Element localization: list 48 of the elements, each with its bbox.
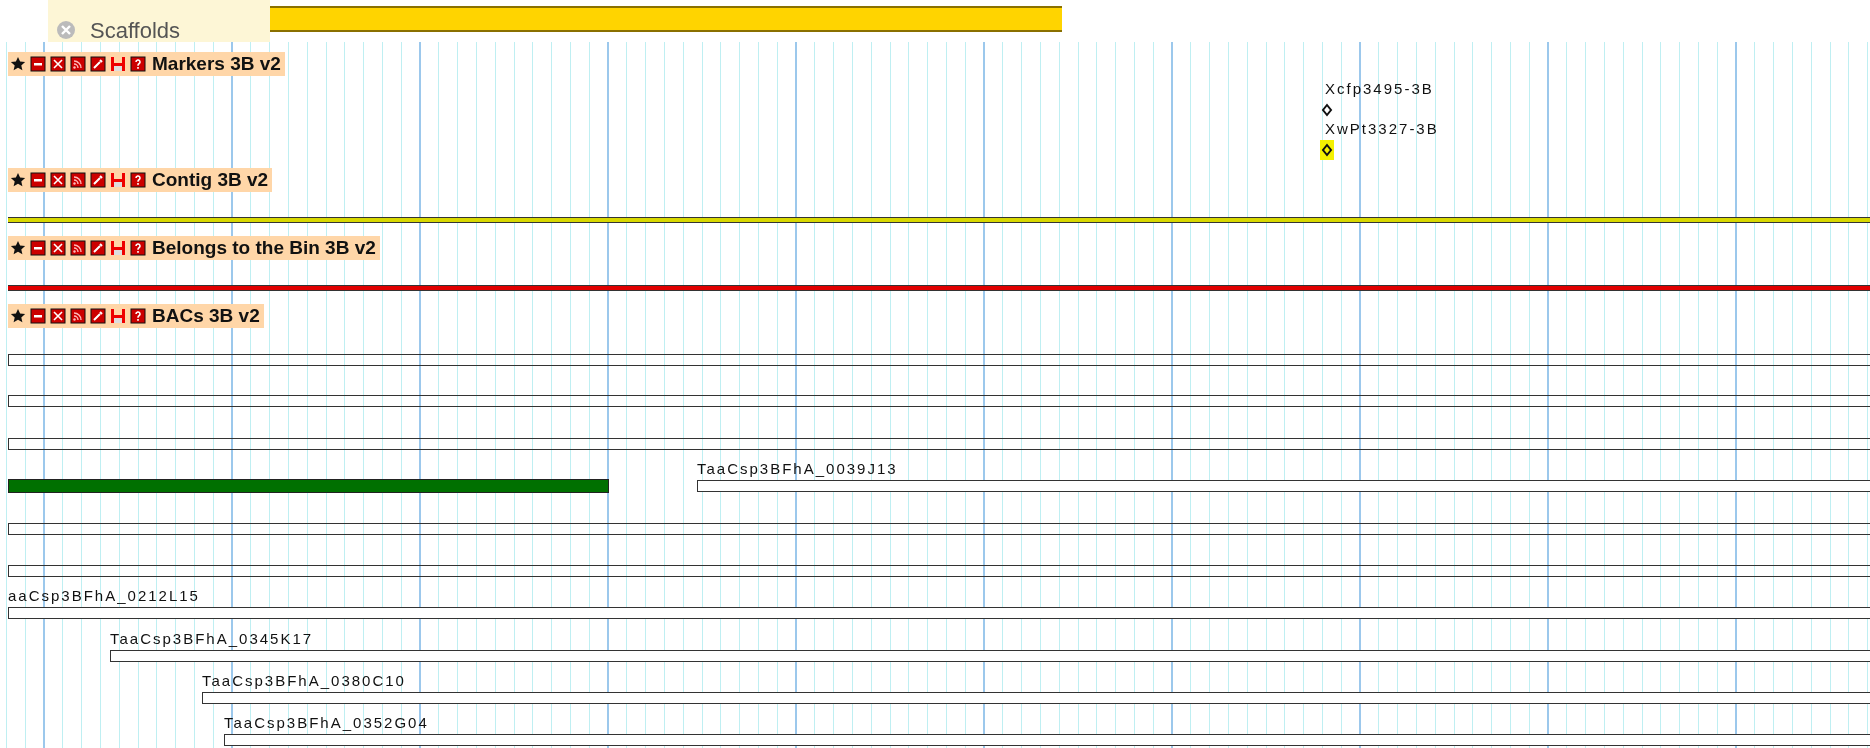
collapse-icon[interactable]: [30, 308, 46, 324]
star-icon[interactable]: [10, 240, 26, 256]
marker-label: Xcfp3495-3B: [1325, 80, 1434, 98]
help-icon[interactable]: [130, 308, 146, 324]
track-name: Belongs to the Bin 3B v2: [152, 237, 376, 259]
feed-icon[interactable]: [70, 240, 86, 256]
bac-label: TaaCsp3BFhA_0352G04: [224, 714, 429, 732]
star-icon[interactable]: [10, 172, 26, 188]
track-name: BACs 3B v2: [152, 305, 260, 327]
wrench-icon[interactable]: [90, 240, 106, 256]
bac-label: TaaCsp3BFhA_0039J13: [697, 460, 898, 478]
marker-label: XwPt3327-3B: [1325, 120, 1439, 138]
collapse-icon[interactable]: [30, 172, 46, 188]
close-icon[interactable]: [50, 56, 66, 72]
collapse-icon[interactable]: [30, 240, 46, 256]
feature-box[interactable]: [224, 734, 1870, 746]
marker-icon[interactable]: [1320, 140, 1334, 160]
feature-box[interactable]: [8, 565, 1870, 577]
feed-icon[interactable]: [70, 172, 86, 188]
star-icon[interactable]: [10, 56, 26, 72]
bac-label: TaaCsp3BFhA_0380C10: [202, 672, 406, 690]
feature-bar[interactable]: [8, 479, 609, 493]
wrench-icon[interactable]: [90, 308, 106, 324]
help-icon[interactable]: [130, 172, 146, 188]
wrench-icon[interactable]: [90, 56, 106, 72]
feature-box[interactable]: [110, 650, 1870, 662]
close-icon[interactable]: [50, 240, 66, 256]
close-icon[interactable]: [50, 308, 66, 324]
track-name: Markers 3B v2: [152, 53, 281, 75]
feature-box[interactable]: [202, 692, 1870, 704]
feed-icon[interactable]: [70, 308, 86, 324]
feature-box[interactable]: [8, 438, 1870, 450]
bac-label: TaaCsp3BFhA_0345K17: [110, 630, 314, 648]
feature-box[interactable]: [697, 480, 1870, 492]
wrench-icon[interactable]: [90, 172, 106, 188]
feed-icon[interactable]: [70, 56, 86, 72]
bac-label: aaCsp3BFhA_0212L15: [8, 587, 200, 605]
star-icon[interactable]: [10, 308, 26, 324]
feature-box[interactable]: [8, 607, 1870, 619]
track-name: Contig 3B v2: [152, 169, 269, 191]
feature-box[interactable]: [8, 395, 1870, 407]
help-icon[interactable]: [130, 240, 146, 256]
feature-box[interactable]: [8, 354, 1870, 366]
feature-box[interactable]: [8, 523, 1870, 535]
track-title: Scaffolds: [90, 18, 181, 44]
close-icon[interactable]: [50, 172, 66, 188]
collapse-icon[interactable]: [30, 56, 46, 72]
help-icon[interactable]: [130, 56, 146, 72]
